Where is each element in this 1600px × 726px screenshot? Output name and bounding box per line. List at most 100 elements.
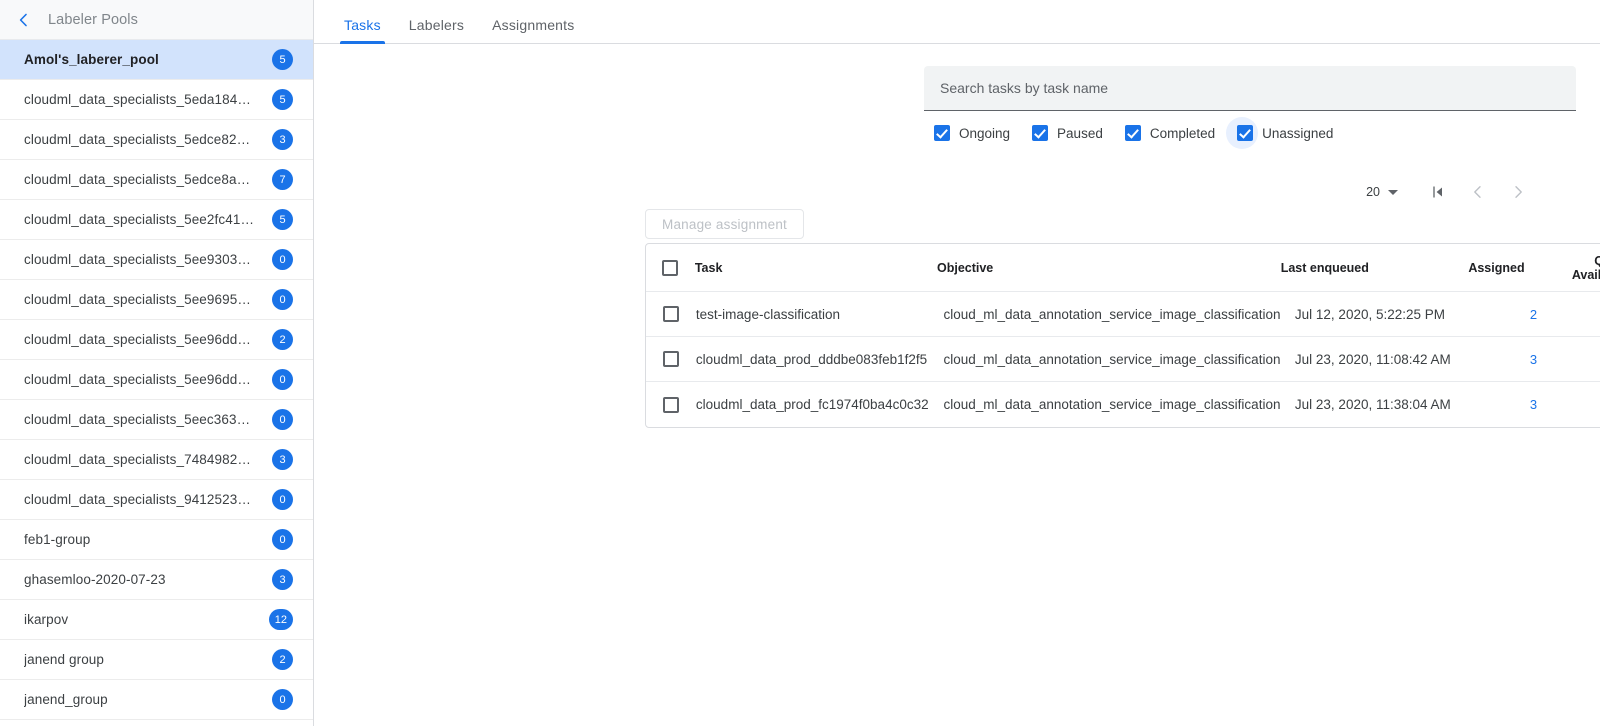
- row-checkbox[interactable]: [663, 351, 679, 367]
- filter-label: Paused: [1057, 126, 1103, 141]
- list-item[interactable]: janend_group 0: [0, 680, 313, 720]
- checkbox-checked-icon[interactable]: [1032, 125, 1048, 141]
- cell-assigned: 3: [1481, 352, 1587, 367]
- pool-name: cloudml_data_specialists_5ee96ddc_000…: [24, 332, 256, 347]
- assigned-count-link[interactable]: 2: [1530, 307, 1537, 322]
- pool-count-badge: 0: [272, 529, 293, 550]
- pool-count-badge: 5: [272, 209, 293, 230]
- list-item[interactable]: Amol's_laberer_pool5: [0, 40, 313, 80]
- filter-unassigned[interactable]: Unassigned: [1237, 125, 1333, 141]
- table-header-row: Task Objective Last enqueued Assigned Qu…: [646, 244, 1600, 292]
- filters-area: Ongoing Paused Completed Unassigned: [924, 66, 1576, 141]
- tasks-table: Task Objective Last enqueued Assigned Qu…: [645, 243, 1600, 428]
- cell-objective: cloud_ml_data_annotation_service_image_c…: [944, 352, 1295, 367]
- page-size-select[interactable]: 20: [1366, 185, 1398, 199]
- pool-name: cloudml_data_specialists_5ee93034_000…: [24, 252, 256, 267]
- pool-name: ikarpov: [24, 612, 68, 627]
- row-select-cell: [646, 306, 696, 322]
- cell-questions: 0/3: [1586, 307, 1600, 322]
- tab-labelers[interactable]: Labelers: [395, 17, 478, 43]
- list-item[interactable]: cloudml_data_specialists_748498258068… 3: [0, 440, 313, 480]
- assigned-count-link[interactable]: 3: [1530, 397, 1537, 412]
- filter-ongoing[interactable]: Ongoing: [934, 125, 1010, 141]
- cell-last-enqueued: Jul 12, 2020, 5:22:25 PM: [1295, 307, 1481, 322]
- checkbox-checked-icon[interactable]: [1125, 125, 1141, 141]
- cell-assigned: 3: [1481, 397, 1587, 412]
- list-item[interactable]: cloudml_data_specialists_5edce8ad_000…7: [0, 160, 313, 200]
- sidebar-header: Labeler Pools: [0, 0, 313, 40]
- pool-name: janend group: [24, 652, 104, 667]
- list-item[interactable]: janend group 2: [0, 640, 313, 680]
- list-item[interactable]: cloudml_data_specialists_5ee96ddc_000… 2: [0, 320, 313, 360]
- header-questions-line1: Questions: [1572, 254, 1600, 268]
- pool-name: cloudml_data_specialists_748498258068…: [24, 452, 256, 467]
- header-assigned: Assigned: [1462, 261, 1572, 275]
- search-box[interactable]: [924, 66, 1576, 111]
- next-page-button[interactable]: [1498, 172, 1538, 212]
- cell-last-enqueued: Jul 23, 2020, 11:38:04 AM: [1295, 397, 1481, 412]
- row-checkbox[interactable]: [663, 306, 679, 322]
- tab-tasks[interactable]: Tasks: [330, 17, 395, 43]
- checkbox-checked-icon[interactable]: [1237, 125, 1253, 141]
- list-item[interactable]: cloudml_data_specialists_5eda1843_000… 5: [0, 80, 313, 120]
- header-objective: Objective: [937, 261, 1281, 275]
- list-item[interactable]: cloudml_data_specialists_5edce82b_000…3: [0, 120, 313, 160]
- pool-count-badge: 0: [272, 369, 293, 390]
- filter-completed[interactable]: Completed: [1125, 125, 1215, 141]
- table-row[interactable]: test-image-classificationcloud_ml_data_a…: [646, 292, 1600, 337]
- table-body: test-image-classification cloud_ml_data_a…: [646, 292, 1600, 427]
- search-input[interactable]: [938, 79, 1562, 97]
- list-item[interactable]: ikarpov 12: [0, 600, 313, 640]
- select-all-cell: [646, 260, 695, 276]
- pool-name: cloudml_data_specialists_5edce82b_000…: [24, 132, 256, 147]
- cell-task: test-image-classification: [696, 307, 944, 322]
- pool-count-badge: 0: [272, 489, 293, 510]
- header-questions: Questions Available/Enqueued: [1572, 254, 1600, 282]
- pool-name: cloudml_data_specialists_5eda1843_000…: [24, 92, 256, 107]
- filter-paused[interactable]: Paused: [1032, 125, 1103, 141]
- list-item[interactable]: cloudml_data_specialists_5eec363a_000…0: [0, 400, 313, 440]
- table-row[interactable]: cloudml_data_prod_dddbe083feb1f2f5cloud_…: [646, 337, 1600, 382]
- pool-count-badge: 12: [269, 609, 293, 630]
- pool-name: cloudml_data_specialists_941252322120…: [24, 492, 256, 507]
- pool-count-badge: 3: [272, 449, 293, 470]
- tab-assignments[interactable]: Assignments: [478, 17, 588, 43]
- table-row[interactable]: cloudml_data_prod_fc1974f0ba4c0c32cloud_…: [646, 382, 1600, 427]
- checkbox-checked-icon[interactable]: [934, 125, 950, 141]
- header-task: Task: [695, 261, 937, 275]
- cell-last-enqueued: Jul 23, 2020, 11:08:42 AM: [1295, 352, 1481, 367]
- pool-count-badge: 0: [272, 409, 293, 430]
- row-checkbox[interactable]: [663, 397, 679, 413]
- pool-count-badge: 7: [272, 169, 293, 190]
- pool-count-badge: 3: [272, 569, 293, 590]
- cell-questions: 3/3: [1586, 397, 1600, 412]
- list-item[interactable]: cloudml_data_specialists_5ee2fc41_0000… 5: [0, 200, 313, 240]
- list-item[interactable]: cloudml_data_specialists_5ee93034_000…0: [0, 240, 313, 280]
- assigned-count-link[interactable]: 3: [1530, 352, 1537, 367]
- row-select-cell: [646, 397, 696, 413]
- list-item[interactable]: ghasemloo-2020-07-23 3: [0, 560, 313, 600]
- list-item[interactable]: cloudml_data_specialists_5ee96dde_000…0: [0, 360, 313, 400]
- cell-objective: cloud_ml_data_annotation_service_image_c…: [944, 397, 1295, 412]
- previous-page-button[interactable]: [1458, 172, 1498, 212]
- list-item[interactable]: cloudml_data_specialists_5ee96951_000…0: [0, 280, 313, 320]
- labeler-pool-list[interactable]: Amol's_laberer_pool5cloudml_data_special…: [0, 40, 313, 726]
- page-size-value: 20: [1366, 185, 1380, 199]
- pool-name: janend_group: [24, 692, 108, 707]
- pool-count-badge: 2: [272, 649, 293, 670]
- pool-name: cloudml_data_specialists_5ee2fc41_0000…: [24, 212, 256, 227]
- pool-name: cloudml_data_specialists_5ee96951_000…: [24, 292, 256, 307]
- pool-count-badge: 5: [272, 89, 293, 110]
- select-all-checkbox[interactable]: [662, 260, 678, 276]
- pool-name: Amol's_laberer_pool: [24, 52, 159, 67]
- chevron-left-icon[interactable]: [12, 8, 36, 32]
- list-item[interactable]: feb1-group0: [0, 520, 313, 560]
- manage-assignment-button[interactable]: Manage assignment: [645, 209, 804, 239]
- sidebar-title: Labeler Pools: [48, 12, 138, 28]
- pool-count-badge: 0: [272, 689, 293, 710]
- list-item[interactable]: cloudml_data_specialists_941252322120… 0: [0, 480, 313, 520]
- pool-name: ghasemloo-2020-07-23: [24, 572, 166, 587]
- cell-task: cloudml_data_prod_fc1974f0ba4c0c32: [696, 397, 944, 412]
- pool-count-badge: 2: [272, 329, 293, 350]
- first-page-button[interactable]: [1418, 172, 1458, 212]
